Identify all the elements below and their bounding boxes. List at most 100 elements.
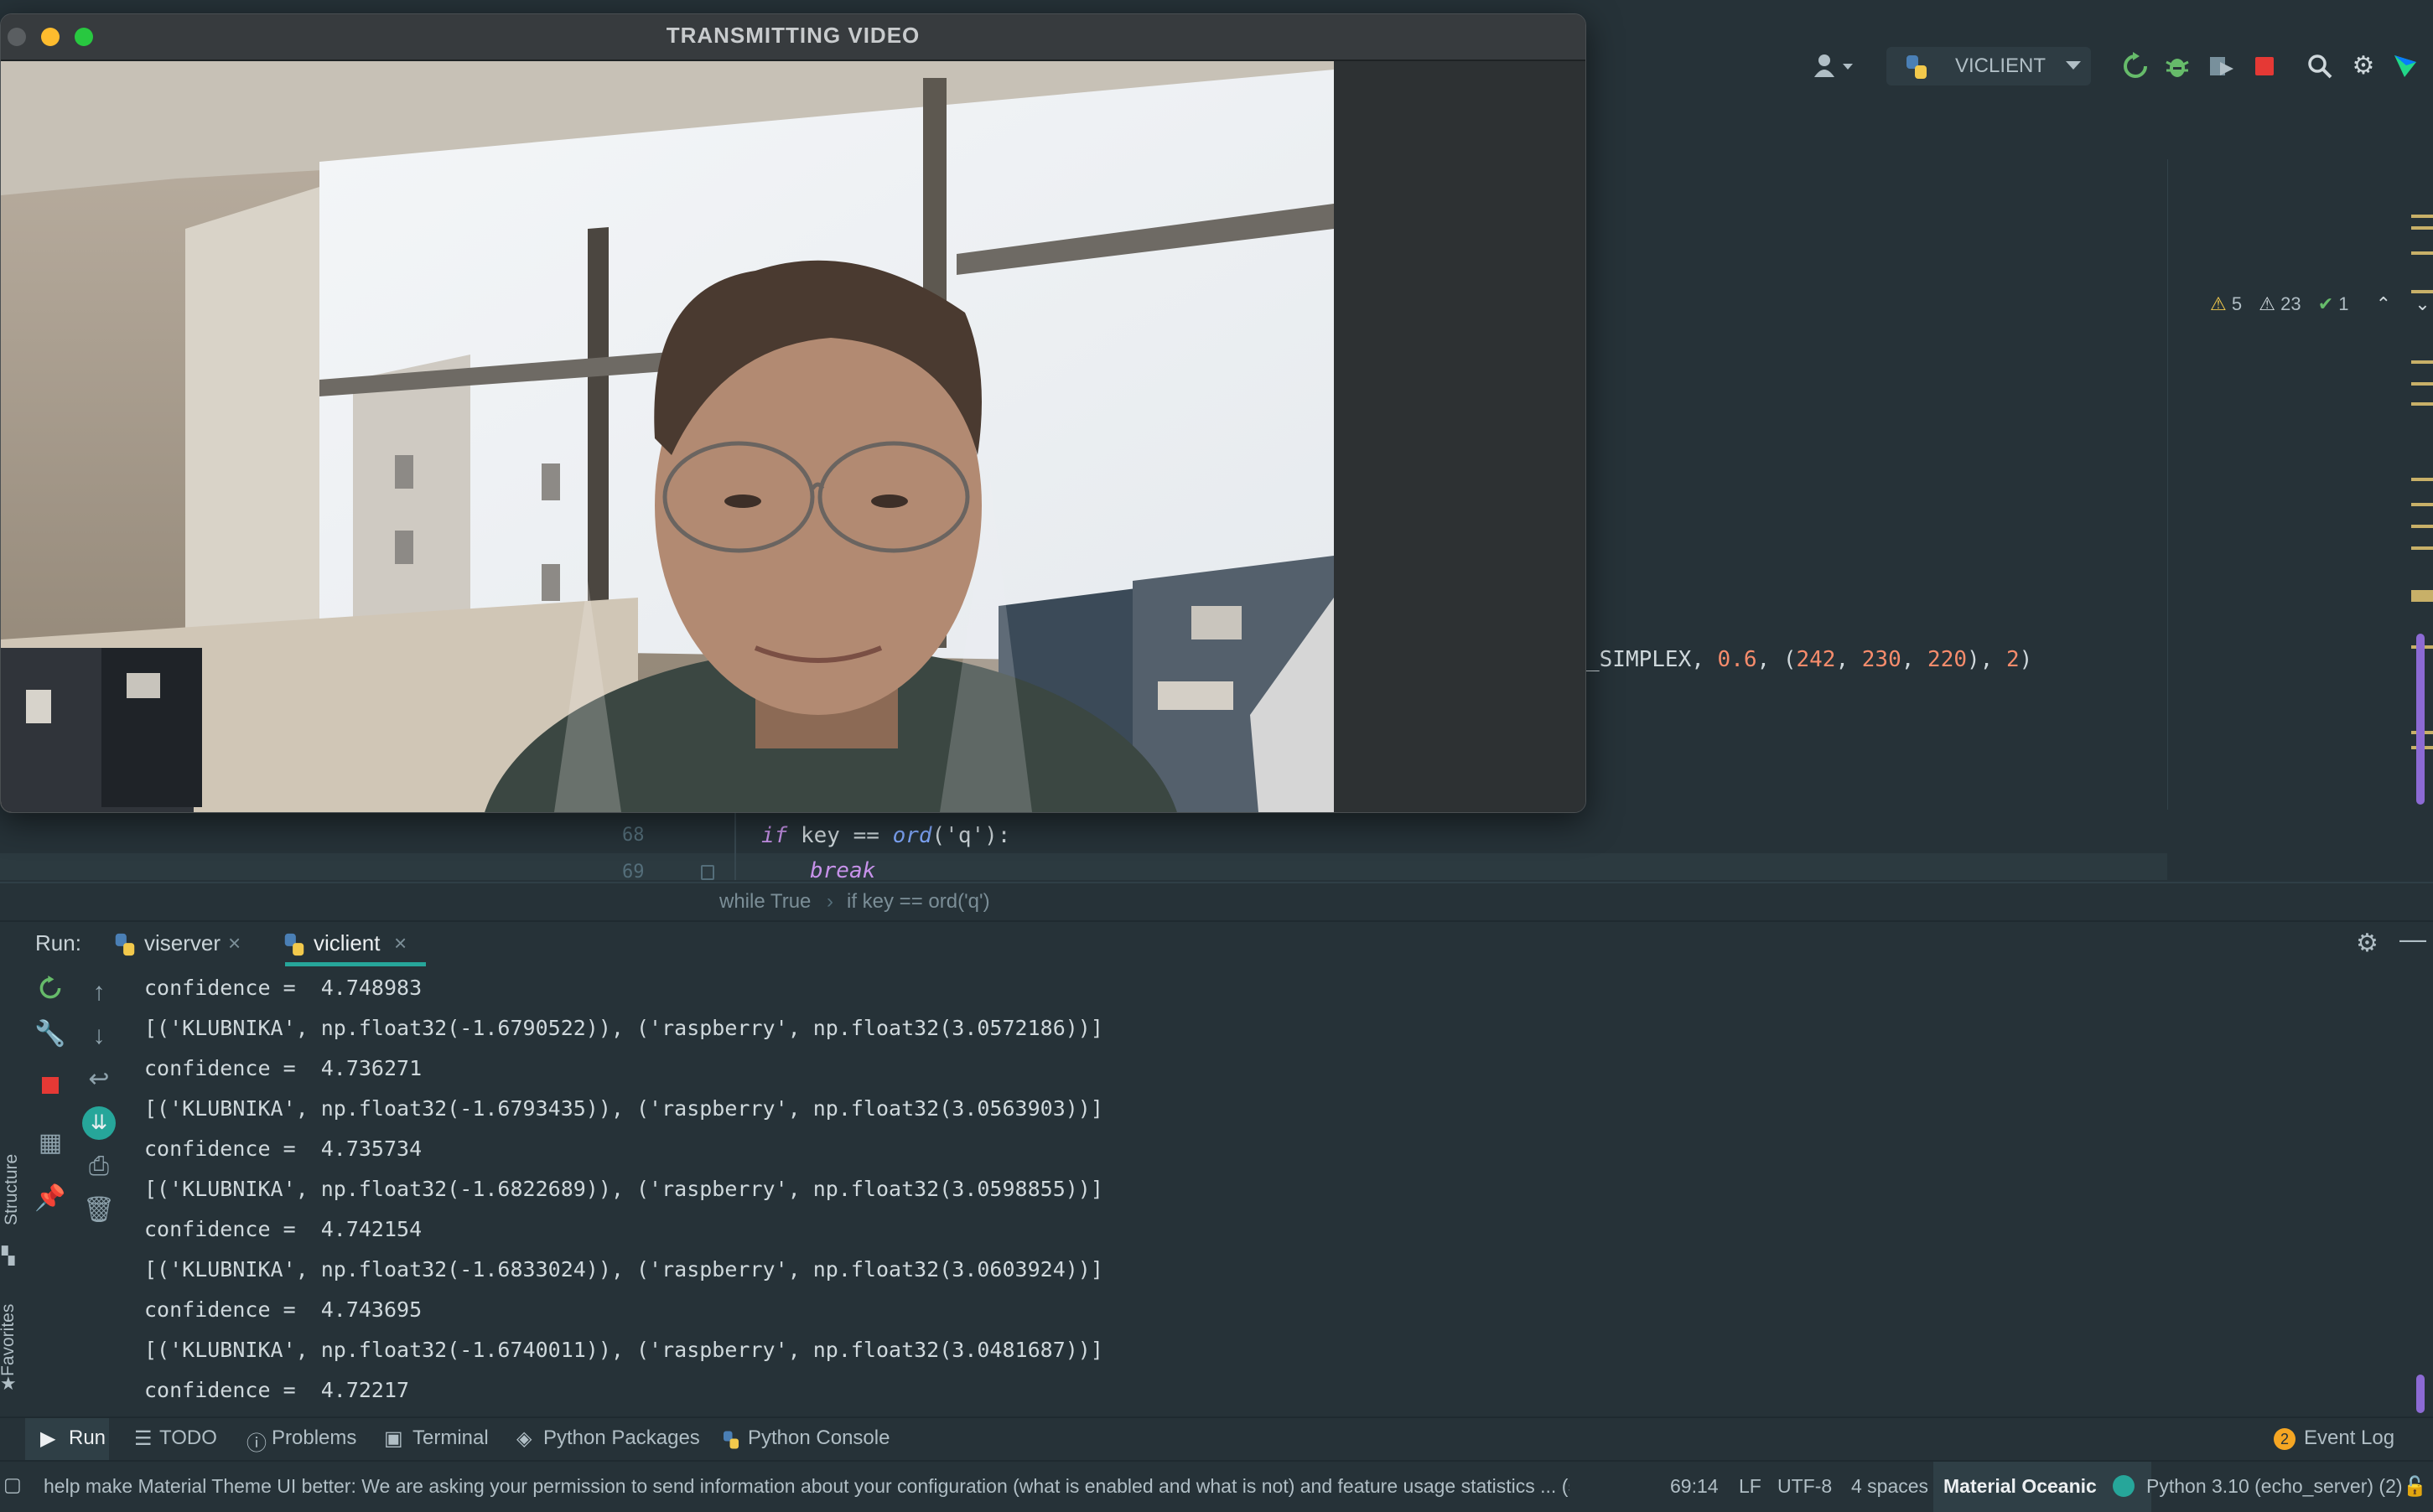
close-icon[interactable]: ×	[394, 930, 407, 956]
debug-icon[interactable]	[2163, 52, 2192, 80]
gear-icon[interactable]: ⚙	[2356, 929, 2379, 958]
output-line: [('KLUBNIKA', np.float32(-1.6790522)), (…	[144, 1016, 1103, 1040]
run-tool-window: Run: viserver × viclient × ⚙ — Structure…	[0, 920, 2433, 1418]
arrow-down-icon[interactable]: ↓	[82, 1019, 116, 1053]
breadcrumb: while True › if key == ord('q')	[0, 882, 2433, 922]
rerun-icon[interactable]	[34, 976, 67, 1009]
python-icon	[1903, 54, 1930, 85]
status-bar: ▢ help make Material Theme UI better: We…	[0, 1460, 2433, 1512]
tool-tab-run[interactable]: ▶ Run	[25, 1418, 109, 1460]
trash-icon[interactable]: 🗑	[82, 1194, 116, 1227]
scrollbar-marker	[2411, 503, 2433, 506]
user-dropdown-icon[interactable]	[1814, 52, 1853, 80]
arrow-up-icon[interactable]: ↑	[82, 976, 116, 1009]
terminal-icon: ▣	[384, 1427, 403, 1450]
toggle-panels-icon[interactable]: ▢	[3, 1473, 22, 1496]
favorites-tab[interactable]: Favorites	[0, 1292, 18, 1376]
output-line: confidence = 4.742154	[144, 1217, 423, 1241]
window-empty-area	[1334, 61, 1585, 812]
webcam-frame	[1, 61, 1334, 812]
fold-icon[interactable]	[701, 865, 714, 880]
gear-icon[interactable]: ⚙	[2349, 52, 2378, 80]
scrollbar-marker	[2411, 402, 2433, 406]
chevron-up-icon[interactable]: ⌃	[2376, 293, 2391, 314]
line-number: 68	[622, 825, 645, 846]
stop-icon[interactable]	[34, 1071, 67, 1105]
typo-count: 1	[2338, 293, 2349, 314]
inspection-widget[interactable]: ⚠ 5 ⚠ 23 ✔ 1 ⌃ ⌄	[2210, 293, 2430, 315]
side-strip: Structure Favorites ▚ ★	[0, 1123, 22, 1400]
scrollbar-marker	[2411, 251, 2433, 255]
tool-tab-problems[interactable]: Problems	[272, 1427, 356, 1450]
close-icon[interactable]: ×	[228, 930, 241, 956]
search-icon[interactable]	[2306, 52, 2334, 80]
window-titlebar[interactable]: TRANSMITTING VIDEO	[1, 14, 1585, 61]
print-icon[interactable]: ⎙	[82, 1150, 116, 1183]
theme-color-dot	[2113, 1475, 2135, 1497]
output-line: [('KLUBNIKA', np.float32(-1.6833024)), (…	[144, 1257, 1103, 1282]
pin-icon[interactable]: 📌	[34, 1182, 67, 1215]
editor-scrollbar-thumb[interactable]	[2416, 634, 2425, 805]
rerun-icon[interactable]	[2121, 52, 2150, 80]
soft-wrap-icon[interactable]: ↩	[82, 1063, 116, 1096]
scrollbar-marker	[2411, 226, 2433, 230]
minimize-icon[interactable]: —	[2399, 924, 2426, 955]
breadcrumb-item[interactable]: if key == ord('q')	[847, 890, 990, 914]
breadcrumb-item[interactable]: while True	[719, 890, 811, 914]
tab-viserver[interactable]: viserver	[144, 930, 220, 956]
window-title: TRANSMITTING VIDEO	[666, 23, 921, 48]
stop-icon[interactable]	[2250, 52, 2279, 80]
indent-setting[interactable]: 4 spaces	[1851, 1475, 1928, 1498]
output-line: confidence = 4.736271	[144, 1056, 423, 1080]
event-log-badge: 2	[2274, 1428, 2296, 1450]
scrollbar-marker	[2411, 546, 2433, 550]
tool-tab-todo[interactable]: TODO	[159, 1427, 217, 1450]
scroll-to-end-icon[interactable]: ⇊	[82, 1106, 116, 1140]
status-message[interactable]: help make Material Theme UI better: We a…	[44, 1475, 1569, 1498]
scrollbar-marker	[2411, 478, 2433, 481]
wrench-icon[interactable]: 🔧	[34, 1017, 67, 1051]
weak-warning-count: 23	[2280, 293, 2301, 314]
run-configuration-selector[interactable]: VICLIENT	[1886, 47, 2091, 85]
scrollbar-marker	[2411, 382, 2433, 386]
list-icon: ☰	[134, 1427, 153, 1450]
output-line: confidence = 4.72217	[144, 1378, 410, 1402]
gutter-divider	[734, 813, 736, 880]
chevron-down-icon[interactable]: ⌄	[2415, 293, 2430, 314]
jetbrains-icon[interactable]	[2391, 52, 2420, 80]
info-icon: ⓘ	[246, 1432, 267, 1455]
output-line: confidence = 4.743695	[144, 1297, 423, 1322]
play-icon: ▶	[40, 1427, 56, 1450]
weak-warning-icon: ⚠	[2259, 293, 2275, 314]
tab-viclient[interactable]: viclient	[314, 930, 380, 956]
line-number: 69	[622, 862, 645, 883]
layout-icon[interactable]: ▦	[34, 1126, 67, 1160]
line-separator[interactable]: LF	[1739, 1475, 1761, 1498]
structure-tab[interactable]: Structure	[2, 1142, 22, 1225]
console-output[interactable]: confidence = 4.748983 [('KLUBNIKA', np.f…	[134, 969, 2398, 1416]
tool-tab-python-console[interactable]: Python Console	[748, 1427, 890, 1450]
output-line: [('KLUBNIKA', np.float32(-1.6822689)), (…	[144, 1177, 1103, 1201]
run-label: Run:	[35, 930, 81, 955]
video-window[interactable]: TRANSMITTING VIDEO	[0, 13, 1586, 813]
lock-icon[interactable]: 🔓	[2403, 1475, 2427, 1498]
theme-switcher[interactable]: Material Oceanic	[1933, 1462, 2151, 1512]
file-encoding[interactable]: UTF-8	[1777, 1475, 1832, 1498]
tool-tab-event-log[interactable]: Event Log	[2304, 1427, 2394, 1450]
console-scrollbar-thumb[interactable]	[2416, 1375, 2425, 1413]
output-line: [('KLUBNIKA', np.float32(-1.6740011)), (…	[144, 1338, 1103, 1362]
caret-position[interactable]: 69:14	[1670, 1475, 1719, 1498]
scrollbar-marker	[2411, 590, 2433, 602]
tool-tab-label: Run	[69, 1427, 106, 1449]
tool-tab-python-packages[interactable]: Python Packages	[543, 1427, 700, 1450]
star-icon: ★	[0, 1373, 17, 1394]
python-interpreter[interactable]: Python 3.10 (echo_server) (2)	[2146, 1475, 2403, 1498]
coverage-icon[interactable]	[2207, 52, 2235, 80]
tool-window-bar: ▶ Run ☰ TODO ⓘ Problems ▣ Terminal ◈ Pyt…	[0, 1416, 2433, 1460]
tool-tab-terminal[interactable]: Terminal	[412, 1427, 489, 1450]
breadcrumb-separator: ›	[827, 890, 833, 913]
code-line-69: break	[810, 858, 876, 883]
scrollbar-marker	[2411, 360, 2433, 364]
python-icon	[721, 1430, 741, 1454]
run-configuration-label: VICLIENT	[1955, 54, 2047, 77]
